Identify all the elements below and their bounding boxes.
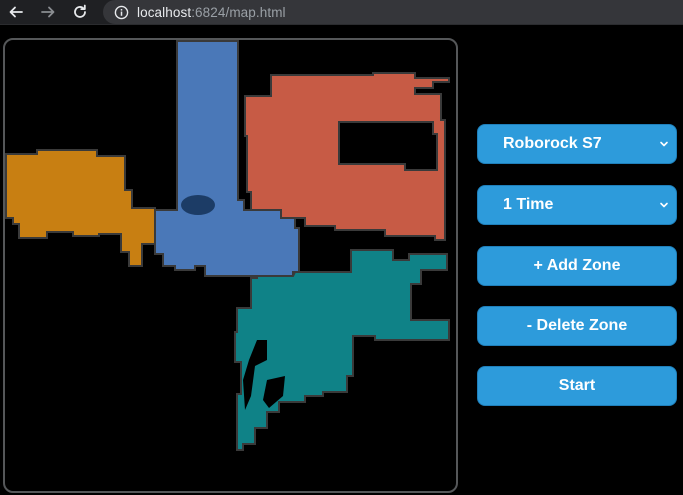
add-zone-label: + Add Zone xyxy=(533,257,621,274)
map-canvas[interactable] xyxy=(3,38,458,493)
start-label: Start xyxy=(558,377,596,394)
reload-icon[interactable] xyxy=(69,2,91,22)
floor-map xyxy=(5,40,450,451)
blue-room-obstacle xyxy=(181,195,215,215)
info-icon[interactable] xyxy=(113,4,129,20)
url-host: localhost xyxy=(137,4,192,20)
robot-select-value: Roborock S7 xyxy=(503,135,602,152)
back-arrow-icon[interactable] xyxy=(5,2,27,22)
red-room-inner-cavity xyxy=(338,121,438,171)
chevron-down-icon xyxy=(660,141,668,147)
delete-zone-button[interactable]: - Delete Zone xyxy=(477,306,677,346)
orange-room-shape[interactable] xyxy=(5,149,156,267)
delete-zone-label: - Delete Zone xyxy=(526,317,628,334)
frequency-select[interactable]: 1 Time xyxy=(477,185,677,225)
start-button[interactable]: Start xyxy=(477,366,677,406)
url-text: localhost:6824/map.html xyxy=(137,5,286,20)
teal-room-shape[interactable] xyxy=(234,249,450,451)
orange-room[interactable] xyxy=(5,149,156,267)
frequency-select-value: 1 Time xyxy=(503,196,554,213)
browser-toolbar: localhost:6824/map.html xyxy=(0,0,683,25)
address-bar[interactable]: localhost:6824/map.html xyxy=(103,0,683,24)
robot-select[interactable]: Roborock S7 xyxy=(477,124,677,164)
add-zone-button[interactable]: + Add Zone xyxy=(477,246,677,286)
url-path: :6824/map.html xyxy=(191,4,286,20)
chevron-down-icon xyxy=(660,202,668,208)
teal-room[interactable] xyxy=(234,249,450,451)
forward-arrow-icon[interactable] xyxy=(37,2,59,22)
